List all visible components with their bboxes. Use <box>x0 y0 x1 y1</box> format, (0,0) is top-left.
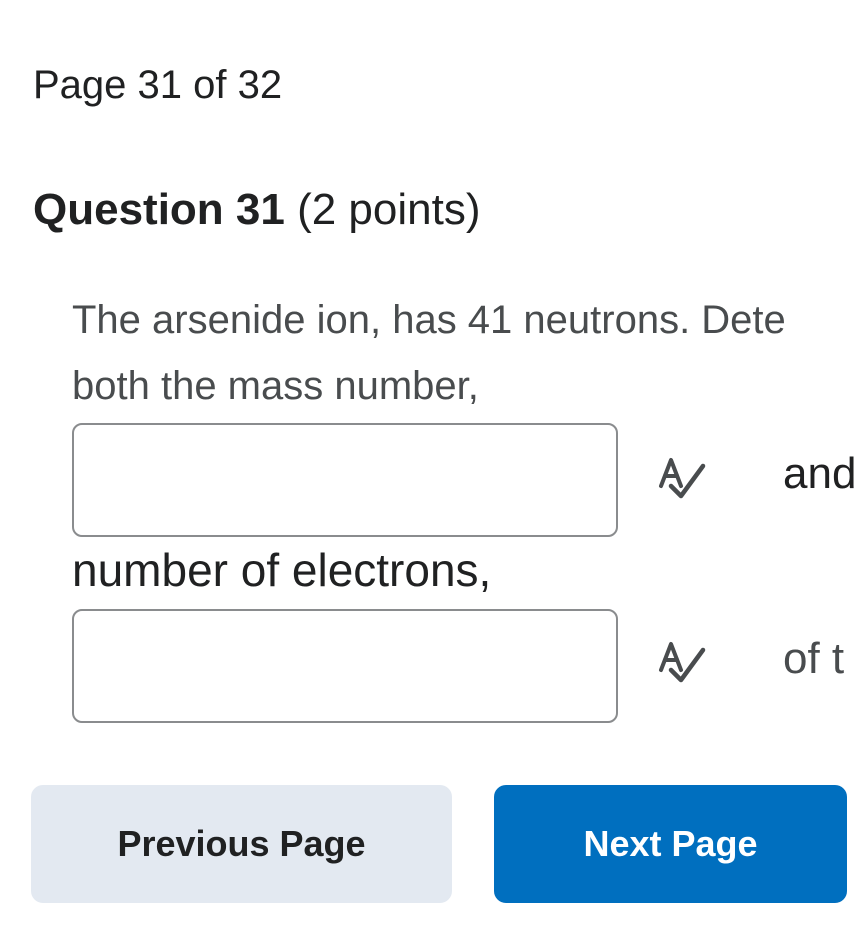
prompt-after-input-2: of t <box>783 634 845 683</box>
spell-check-icon[interactable] <box>655 452 711 508</box>
question-body: The arsenide ion, has 41 neutrons. Dete … <box>72 0 861 760</box>
mass-number-input[interactable] <box>72 423 618 537</box>
previous-page-button[interactable]: Previous Page <box>31 785 452 903</box>
question-prompt-line-2: both the mass number, <box>72 364 479 408</box>
electron-count-input[interactable] <box>72 609 618 723</box>
spell-check-icon[interactable] <box>655 636 711 692</box>
prompt-after-input-1: and <box>783 449 857 498</box>
next-page-button[interactable]: Next Page <box>494 785 847 903</box>
question-prompt-line-1: The arsenide ion, has 41 neutrons. Dete <box>72 298 786 342</box>
question-prompt-middle: number of electrons, <box>72 544 492 596</box>
